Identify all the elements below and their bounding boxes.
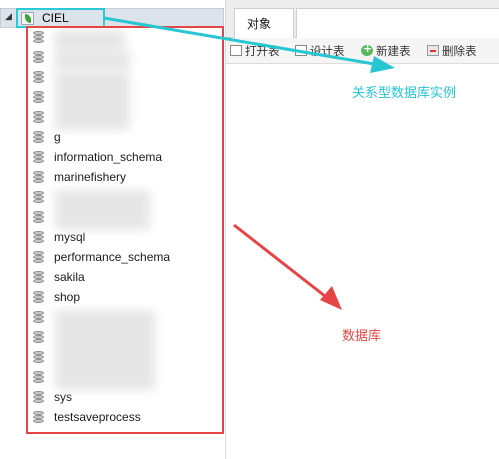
database-annotation: 数据库	[342, 329, 382, 344]
table-design-icon	[295, 45, 307, 56]
object-toolbar: 打开表 设计表 新建表 删除表	[226, 38, 499, 64]
design-table-label: 设计表	[310, 44, 345, 58]
object-tab-bar: 对象	[226, 0, 499, 38]
tab-objects-label: 对象	[247, 17, 272, 31]
relational-instance-annotation: 关系型数据库实例	[352, 86, 457, 101]
tab-area	[296, 8, 499, 38]
table-delete-icon	[427, 45, 439, 56]
tab-objects[interactable]: 对象	[234, 8, 294, 38]
plus-icon	[361, 42, 373, 56]
connection-name[interactable]: CIEL	[42, 11, 69, 25]
open-table-label: 打开表	[245, 44, 280, 58]
database-highlight-box	[26, 26, 224, 434]
collapse-arrow-icon[interactable]: ◢	[5, 12, 12, 22]
object-list-area	[226, 64, 499, 459]
new-table-label: 新建表	[376, 44, 411, 58]
table-open-icon	[230, 45, 242, 56]
delete-table-label: 删除表	[442, 44, 477, 58]
connection-row[interactable]: ◢ CIEL	[0, 8, 224, 28]
navicat-leaf-icon	[21, 12, 34, 25]
connection-highlight-box: CIEL	[16, 8, 105, 28]
